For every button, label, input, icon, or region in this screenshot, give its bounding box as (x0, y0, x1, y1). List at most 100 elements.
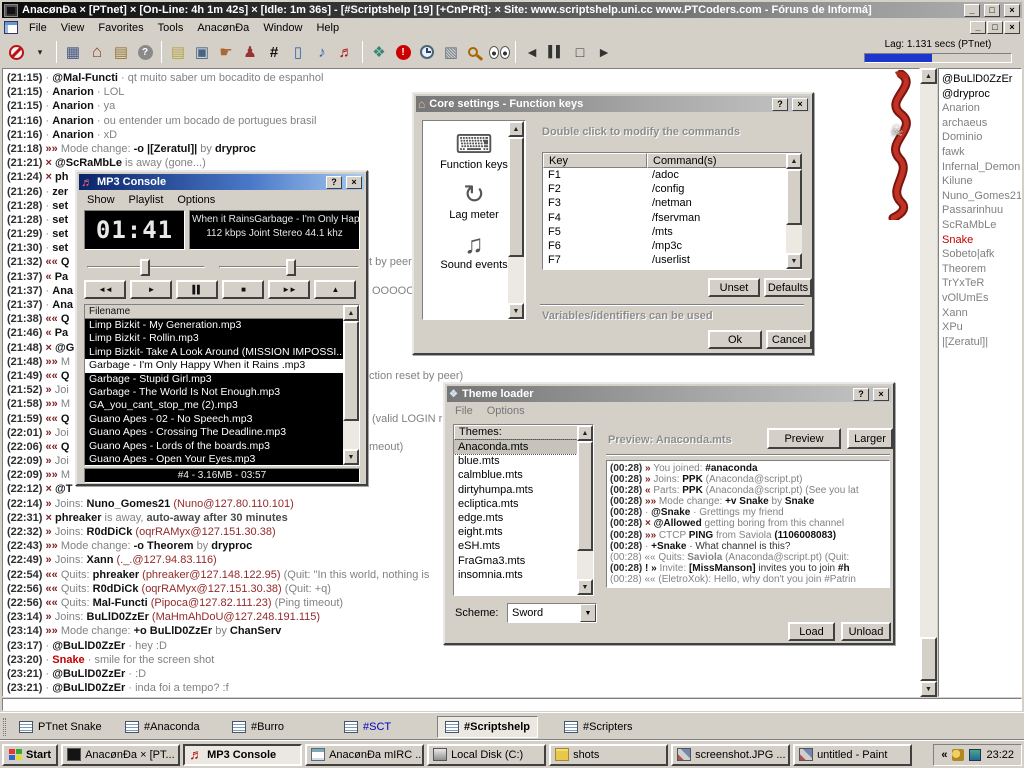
defaults-button[interactable]: Defaults (764, 278, 812, 297)
user-list-item[interactable]: Snake (942, 233, 1021, 248)
hand-card-icon[interactable]: ☛ (214, 40, 238, 64)
playlist-row[interactable]: Garbage - The World Is Not Enough.mp3 (85, 386, 345, 399)
user-list-item[interactable]: @BuLlD0ZzEr (942, 72, 1021, 87)
playlist-header[interactable]: Filename (85, 305, 345, 319)
user-list-item[interactable]: archaeus (942, 116, 1021, 131)
scheme-combobox[interactable]: Sword ▼ (507, 603, 597, 623)
close-button[interactable]: × (1004, 4, 1020, 17)
user-list-item[interactable]: Xann (942, 306, 1021, 321)
theme-list-item[interactable]: eight.mts (454, 525, 593, 539)
user-list-item[interactable]: Passarinhuu (942, 203, 1021, 218)
last-window-icon[interactable]: ► (592, 40, 616, 64)
disconnect-icon[interactable] (4, 40, 28, 64)
eyes-icon[interactable] (487, 40, 511, 64)
fkey-row[interactable]: F1/adoc (543, 168, 801, 182)
windows-icon[interactable]: ▣ (190, 40, 214, 64)
mp3-menu-playlist[interactable]: Playlist (123, 193, 170, 207)
connect-dropdown-arrow[interactable]: ▾ (28, 40, 52, 64)
playlist-row[interactable]: Limp Bizkit - Rollin.mp3 (85, 332, 345, 345)
playlist-row[interactable]: Guano Apes - Crossing The Deadline.mp3 (85, 426, 345, 439)
theme-menu-file[interactable]: File (449, 404, 479, 418)
sound-note-icon[interactable]: ♪ (310, 40, 334, 64)
pause-button[interactable]: ▌▌ (176, 280, 218, 299)
fkey-row[interactable]: F6/mp3c (543, 239, 801, 253)
mp3-volume-slider[interactable] (219, 266, 359, 268)
core-category-scrollbar[interactable]: ▲ ▼ (508, 121, 524, 319)
servers-icon[interactable]: ▦ (61, 40, 85, 64)
page-pointer-icon[interactable]: ▧ (439, 40, 463, 64)
playlist-row[interactable]: Guano Apes - Open Your Eyes.mp3 (85, 453, 345, 466)
fkey-row[interactable]: F3/netman (543, 196, 801, 210)
theme-list-item[interactable]: insomnia.mts (454, 568, 593, 582)
user-list-item[interactable]: Dominio (942, 130, 1021, 145)
taskbar-task[interactable]: shots (549, 744, 668, 766)
theme-list-item[interactable]: eSH.mts (454, 539, 593, 553)
theme-close-button[interactable]: × (873, 388, 889, 401)
user-list-item[interactable]: fawk (942, 145, 1021, 160)
user-list-item[interactable]: @dryproc (942, 87, 1021, 102)
user-list-item[interactable]: TrYxTeR (942, 276, 1021, 291)
playlist-scroll-thumb[interactable] (343, 321, 359, 421)
fkey-row[interactable]: F7/userlist (543, 253, 801, 267)
clock-icon[interactable] (415, 40, 439, 64)
theme-menu-options[interactable]: Options (481, 404, 531, 418)
fkeys-col-key[interactable]: Key (543, 153, 647, 168)
message-input[interactable] (2, 698, 1022, 711)
taskbar-task[interactable]: AnacønÐa mIRC ... (305, 744, 424, 766)
stop-button[interactable]: ■ (222, 280, 264, 299)
scroll-thumb[interactable] (920, 637, 937, 681)
eject-button[interactable]: ▲ (314, 280, 356, 299)
user-central-icon[interactable]: ♟ (238, 40, 262, 64)
channel-tab-anaconda[interactable]: #Anaconda (118, 716, 207, 738)
theme-list-item[interactable]: calmblue.mts (454, 468, 593, 482)
themes-scrollbar[interactable]: ▲ ▼ (577, 425, 593, 595)
fkeys-scroll-thumb[interactable] (786, 169, 802, 225)
core-close-button[interactable]: × (792, 98, 808, 111)
themes-scroll-up[interactable]: ▲ (577, 425, 593, 441)
larger-button[interactable]: Larger (847, 428, 893, 449)
playlist-scroll-up[interactable]: ▲ (343, 305, 359, 321)
menu-tools[interactable]: Tools (151, 20, 191, 36)
mp3-position-slider[interactable] (87, 266, 205, 268)
user-list-item[interactable]: Anarion (942, 101, 1021, 116)
menu-favorites[interactable]: Favorites (91, 20, 150, 36)
taskbar-task[interactable]: AnacønÐa × [PT... (61, 744, 180, 766)
load-button[interactable]: Load (788, 622, 835, 641)
theme-list-item[interactable]: ecliptica.mts (454, 497, 593, 511)
themes-scroll-thumb[interactable] (577, 441, 593, 551)
fkey-row[interactable]: F4/fservman (543, 211, 801, 225)
help-icon[interactable]: ? (133, 40, 157, 64)
next-button[interactable]: ►► (268, 280, 310, 299)
theme-list-item[interactable]: dirtyhumpa.mts (454, 483, 593, 497)
playlist-row[interactable]: Garbage - I'm Only Happy When it Rains .… (85, 359, 345, 372)
user-list-item[interactable]: Nuno_Gomes21 (942, 189, 1021, 204)
playlist-row[interactable]: Garbage - Stupid Girl.mp3 (85, 373, 345, 386)
channel-tab-burro[interactable]: #Burro (225, 716, 291, 738)
fkey-row[interactable]: F5/mts (543, 225, 801, 239)
search-icon[interactable] (463, 40, 487, 64)
fkeys-scroll-up[interactable]: ▲ (786, 153, 802, 169)
home-icon[interactable]: ⌂ (85, 40, 109, 64)
playlist-row[interactable]: GA_you_cant_stop_me (2).mp3 (85, 399, 345, 412)
channel-tab-sct[interactable]: #SCT (337, 716, 398, 738)
theme-list-item[interactable]: Anaconda.mts (454, 440, 593, 454)
user-list-item[interactable]: Theorem (942, 262, 1021, 277)
dcc-door-icon[interactable]: ▯ (286, 40, 310, 64)
tray-collapse-arrow[interactable]: « (941, 749, 947, 761)
channels-list-icon[interactable]: # (262, 40, 286, 64)
playlist-scrollbar[interactable]: ▲ ▼ (343, 305, 359, 465)
scroll-down-button[interactable]: ▼ (920, 681, 937, 697)
fkeys-scrollbar[interactable]: ▲ ▼ (786, 153, 802, 269)
scheme-dropdown-arrow[interactable]: ▼ (580, 604, 596, 622)
core-cat-scroll-up[interactable]: ▲ (508, 121, 524, 137)
cascade-icon[interactable]: ▌▌ (544, 40, 568, 64)
theme-help-button[interactable]: ? (853, 388, 869, 401)
menu-view[interactable]: View (54, 20, 92, 36)
alert-icon[interactable]: ! (391, 40, 415, 64)
themes-scroll-down[interactable]: ▼ (577, 579, 593, 595)
playlist-row[interactable]: Guano Apes - Lords of the boards.mp3 (85, 440, 345, 453)
unset-button[interactable]: Unset (708, 278, 760, 297)
menu-help[interactable]: Help (309, 20, 346, 36)
user-list-item[interactable]: vOlUmEs (942, 291, 1021, 306)
mdi-minimize-button[interactable]: _ (970, 21, 986, 34)
